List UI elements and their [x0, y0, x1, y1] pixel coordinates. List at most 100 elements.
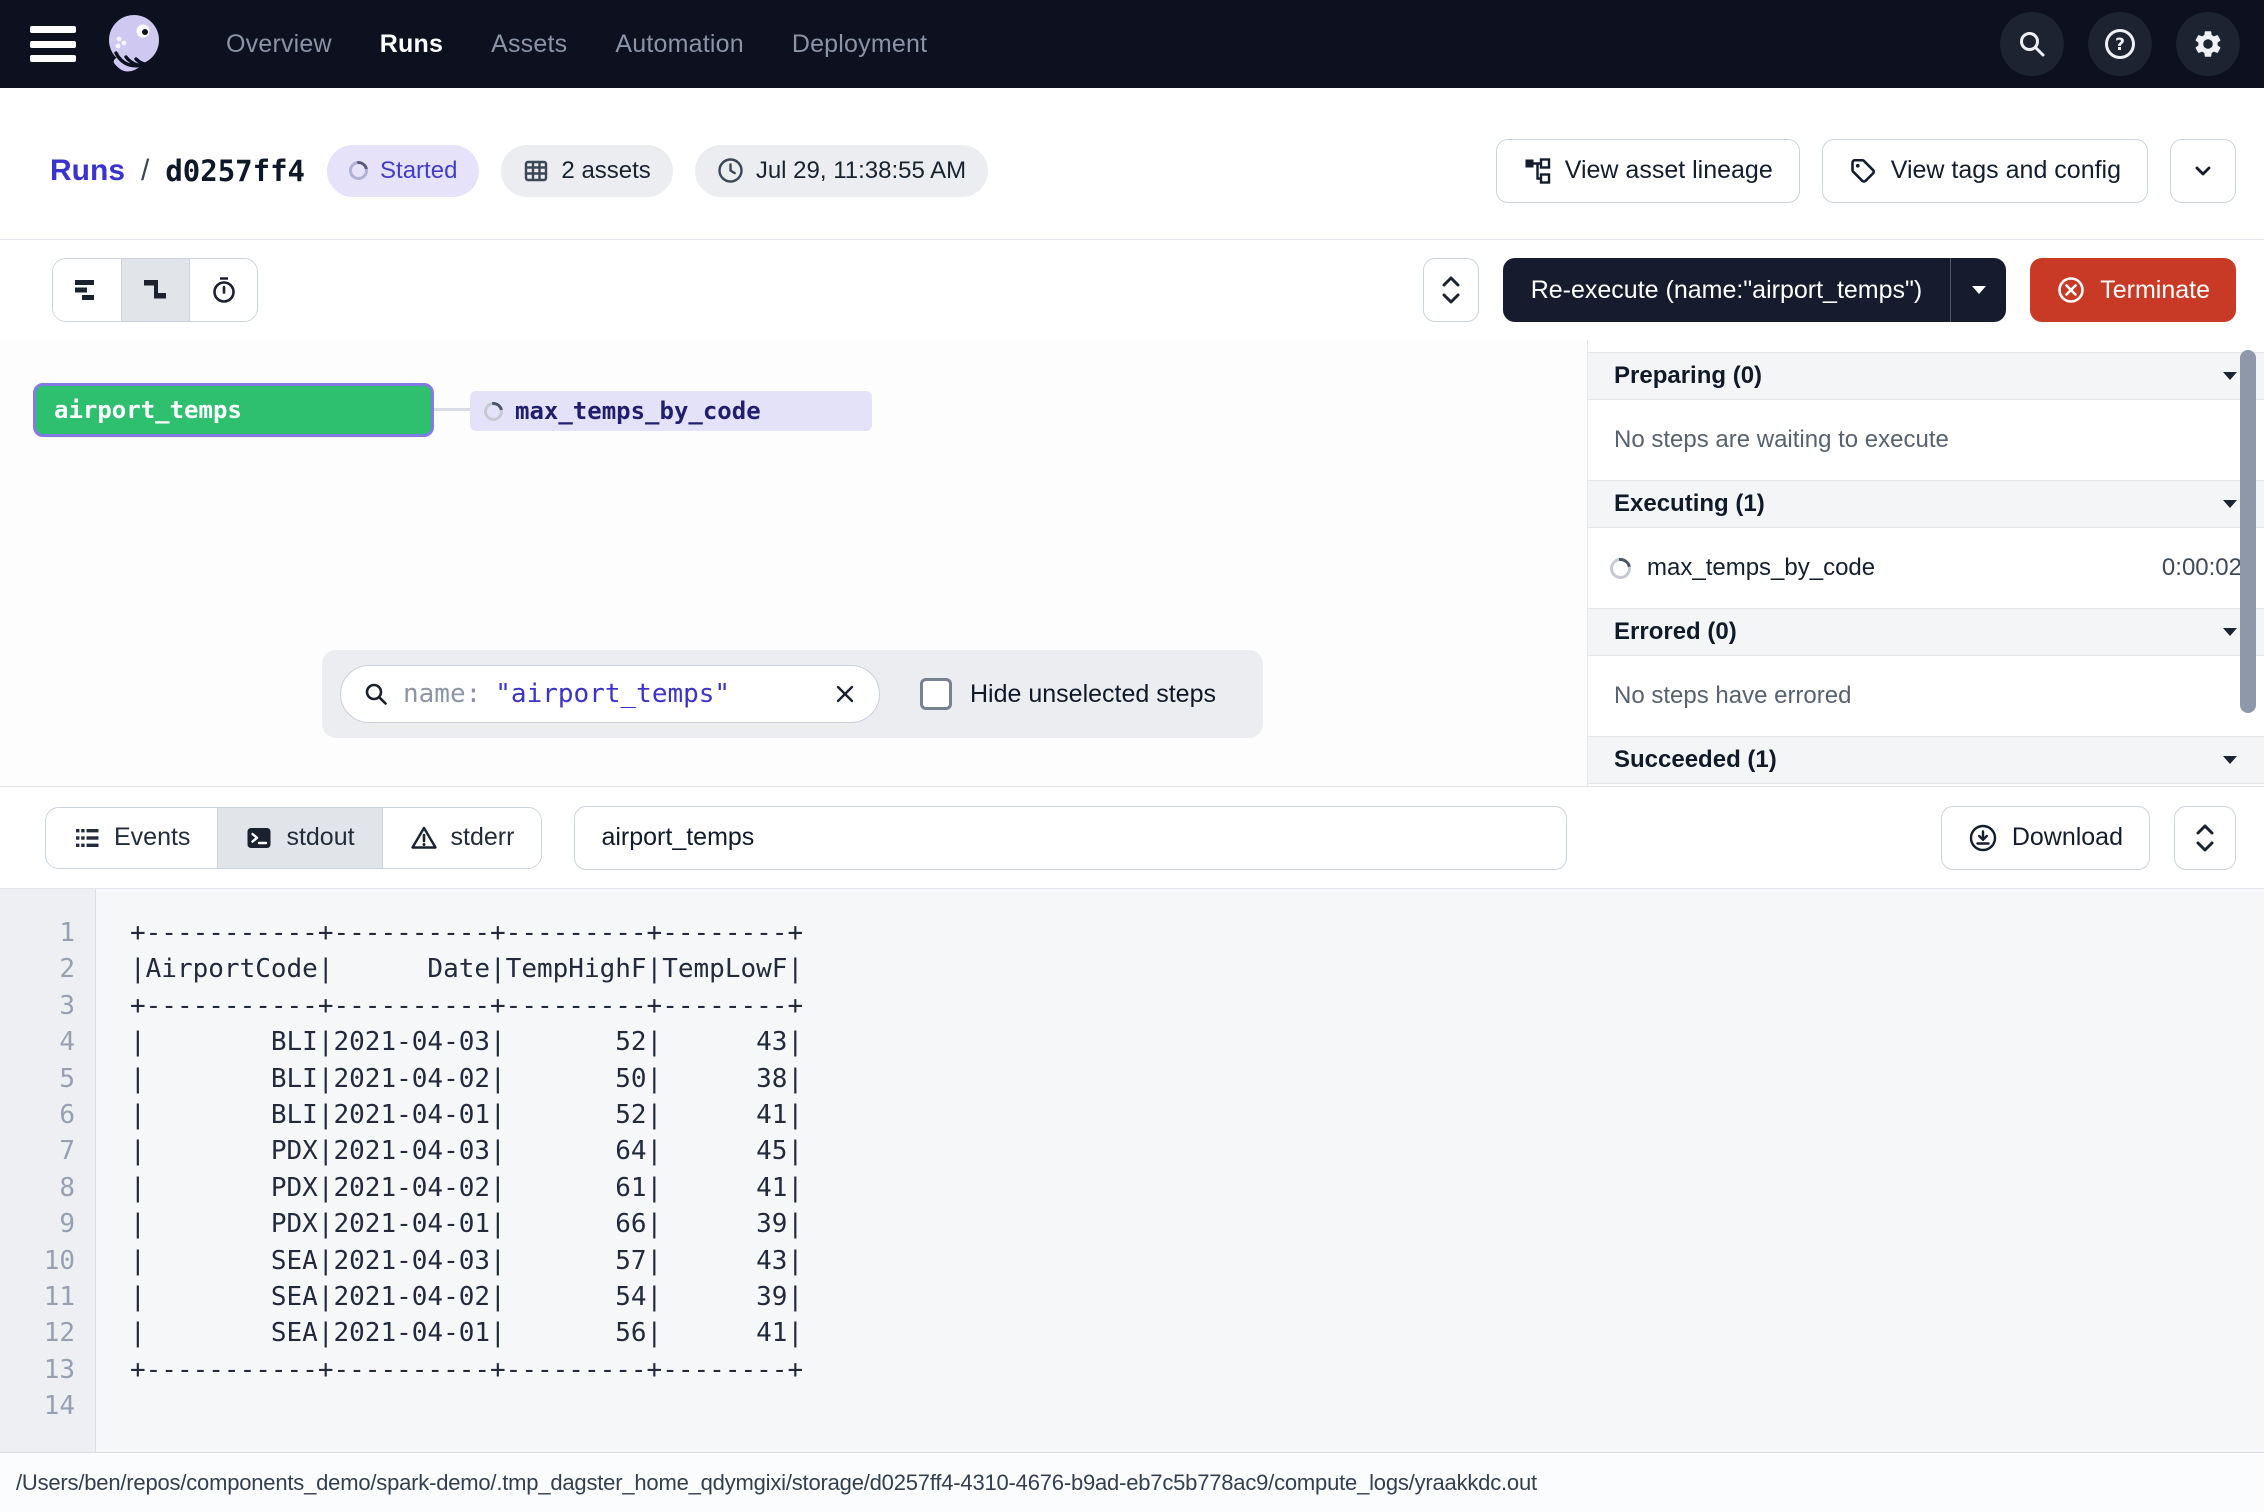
settings-button[interactable]	[2176, 12, 2240, 76]
clear-filter-button[interactable]	[833, 682, 857, 706]
filter-term: "airport_temps"	[495, 679, 730, 709]
caret-down-icon	[2222, 755, 2238, 765]
run-header: Runs / d0257ff4 Started 2 assets Jul 29,…	[0, 88, 2264, 240]
section-executing-header[interactable]: Executing (1)	[1588, 480, 2264, 528]
log-line-number: 5	[0, 1061, 75, 1097]
download-icon	[1968, 823, 1998, 853]
chevrons-up-down-icon	[1440, 275, 1462, 305]
run-toolbar: Re-execute (name:"airport_temps") Termin…	[0, 240, 2264, 340]
nav-item-assets[interactable]: Assets	[491, 30, 567, 59]
log-line: +-----------+----------+---------+------…	[130, 1352, 803, 1388]
log-line-number: 8	[0, 1170, 75, 1206]
log-lines: +-----------+----------+---------+------…	[96, 889, 803, 1452]
log-footer: /Users/ben/repos/components_demo/spark-d…	[0, 1452, 2264, 1512]
search-button[interactable]	[2000, 12, 2064, 76]
chevron-down-icon	[2190, 158, 2216, 184]
view-asset-lineage-button[interactable]: View asset lineage	[1496, 139, 1800, 203]
chevrons-up-down-icon	[2194, 823, 2216, 853]
filter-prefix: name:	[403, 679, 481, 709]
app-root: Overview Runs Assets Automation Deployme…	[0, 0, 2264, 1512]
reexecute-options-button[interactable]	[1950, 258, 2006, 322]
section-errored-header[interactable]: Errored (0)	[1588, 608, 2264, 656]
caret-down-icon	[2222, 371, 2238, 381]
graph-view-toggle	[52, 258, 258, 322]
hide-unselected-steps-control[interactable]: Hide unselected steps	[920, 678, 1216, 710]
lineage-icon	[1523, 157, 1551, 185]
log-line-number: 2	[0, 951, 75, 987]
log-step-selector[interactable]: airport_temps	[574, 806, 1567, 870]
nav-item-automation[interactable]: Automation	[615, 30, 743, 59]
more-run-actions-button[interactable]	[2170, 139, 2236, 203]
view-flat-gantt-button[interactable]	[53, 259, 121, 321]
errored-empty-text: No steps have errored	[1588, 656, 2264, 736]
log-line-number: 12	[0, 1315, 75, 1351]
log-line: +-----------+----------+---------+------…	[130, 915, 803, 951]
view-waterfall-gantt-button[interactable]	[121, 259, 189, 321]
caret-down-icon	[2222, 499, 2238, 509]
log-tabs: Events stdout stderr	[45, 807, 542, 869]
search-icon	[2016, 28, 2048, 60]
tag-icon	[1849, 157, 1877, 185]
breadcrumb-runs-link[interactable]: Runs	[50, 154, 125, 188]
expand-log-button[interactable]	[2174, 806, 2236, 870]
help-button[interactable]: ?	[2088, 12, 2152, 76]
terminal-icon	[245, 824, 273, 852]
nav-item-deployment[interactable]: Deployment	[792, 30, 927, 59]
log-line: | BLI|2021-04-01| 52| 41|	[130, 1097, 803, 1133]
executing-step-row[interactable]: max_temps_by_code 0:00:02	[1588, 528, 2264, 608]
dagster-logo-icon[interactable]	[102, 11, 168, 77]
help-icon: ?	[2103, 27, 2137, 61]
spinner-icon	[480, 398, 506, 424]
nav-item-overview[interactable]: Overview	[226, 30, 332, 59]
terminate-button[interactable]: Terminate	[2030, 258, 2236, 322]
step-name: max_temps_by_code	[1647, 554, 1875, 582]
breadcrumb-separator: /	[141, 154, 149, 188]
log-line	[130, 1388, 803, 1424]
log-line-number: 11	[0, 1279, 75, 1315]
log-line-number: 13	[0, 1352, 75, 1388]
circle-x-icon	[2056, 275, 2086, 305]
log-viewer: 1234567891011121314 +-----------+-------…	[0, 889, 2264, 1452]
step-filter-input[interactable]: name: "airport_temps"	[340, 665, 880, 723]
step-filter-bar: name: "airport_temps" Hide unselected st…	[322, 650, 1263, 738]
panel-scrollbar[interactable]	[2240, 350, 2256, 713]
section-succeeded-header[interactable]: Succeeded (1)	[1588, 736, 2264, 784]
log-line: | BLI|2021-04-03| 52| 43|	[130, 1024, 803, 1060]
tab-stderr[interactable]: stderr	[382, 808, 542, 868]
svg-text:?: ?	[2115, 35, 2125, 55]
log-line-number: 3	[0, 988, 75, 1024]
log-toolbar: Events stdout stderr airport_temps Downl…	[0, 787, 2264, 889]
zoom-fit-button[interactable]	[1423, 258, 1479, 322]
search-icon	[363, 681, 389, 707]
tab-stdout[interactable]: stdout	[217, 808, 381, 868]
log-line-number: 6	[0, 1097, 75, 1133]
stopwatch-icon	[209, 275, 239, 305]
step-node-max-temps-by-code[interactable]: max_temps_by_code	[470, 391, 872, 431]
grid-icon	[523, 158, 549, 184]
step-node-airport-temps[interactable]: airport_temps	[33, 383, 434, 437]
log-line: | SEA|2021-04-01| 56| 41|	[130, 1315, 803, 1351]
graph-edge	[434, 408, 470, 411]
view-timer-button[interactable]	[189, 259, 257, 321]
log-line-number: 1	[0, 915, 75, 951]
hide-unselected-label: Hide unselected steps	[970, 680, 1216, 709]
gantt-graph-area: airport_temps max_temps_by_code name: "a…	[0, 340, 2264, 787]
tab-events[interactable]: Events	[46, 808, 217, 868]
log-line-number: 4	[0, 1024, 75, 1060]
waterfall-gantt-icon	[142, 276, 170, 304]
section-preparing-header[interactable]: Preparing (0)	[1588, 352, 2264, 400]
hide-unselected-checkbox[interactable]	[920, 678, 952, 710]
caret-down-icon	[2222, 627, 2238, 637]
step-elapsed-time: 0:00:02	[2162, 554, 2242, 582]
log-line-number: 10	[0, 1243, 75, 1279]
hamburger-menu-button[interactable]	[30, 24, 80, 64]
assets-count-badge[interactable]: 2 assets	[501, 145, 672, 197]
download-button[interactable]: Download	[1941, 806, 2150, 870]
reexecute-button[interactable]: Re-execute (name:"airport_temps")	[1503, 258, 1951, 322]
caret-down-icon	[1971, 285, 1987, 295]
log-line-number: 14	[0, 1388, 75, 1424]
nav-item-runs[interactable]: Runs	[380, 30, 443, 59]
view-tags-config-button[interactable]: View tags and config	[1822, 139, 2148, 203]
list-icon	[73, 824, 101, 852]
run-id: d0257ff4	[165, 154, 305, 188]
